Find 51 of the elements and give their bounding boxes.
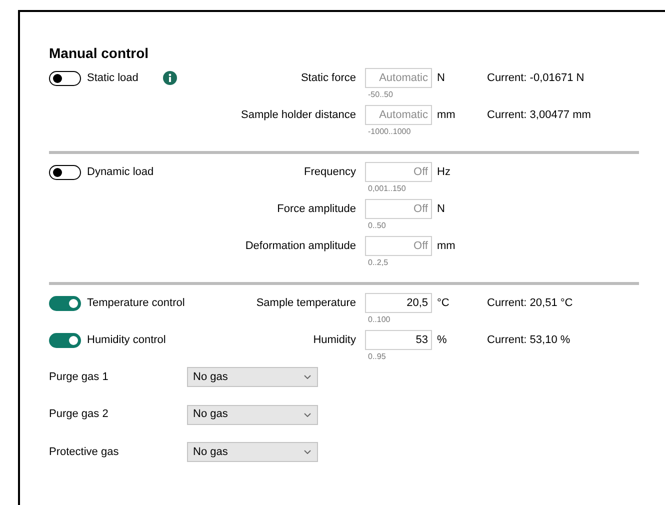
unit-label: mm bbox=[437, 238, 456, 254]
gas-dropdown[interactable]: No gas bbox=[187, 442, 318, 462]
toggle-switch[interactable] bbox=[49, 70, 81, 86]
input-field[interactable]: Off bbox=[365, 199, 432, 219]
field-label: Frequency bbox=[304, 164, 356, 180]
input-field[interactable]: 53 bbox=[365, 330, 432, 350]
toggle-label: Temperature control bbox=[87, 296, 185, 311]
input-field[interactable]: 20,5 bbox=[365, 293, 432, 313]
range-hint: 0..100 bbox=[368, 314, 392, 326]
field-label: Deformation amplitude bbox=[245, 238, 356, 254]
gas-label: Protective gas bbox=[49, 444, 119, 460]
field-label: Sample holder distance bbox=[241, 108, 356, 123]
input-field[interactable]: Off bbox=[365, 236, 432, 256]
gas-label: Purge gas 2 bbox=[49, 407, 108, 422]
range-hint: -50..50 bbox=[368, 89, 394, 101]
range-hint: 0..95 bbox=[368, 351, 387, 363]
toggle-label: Humidity control bbox=[87, 332, 166, 348]
field-label: Humidity bbox=[313, 332, 356, 348]
unit-label: Hz bbox=[437, 164, 450, 180]
current-reading: Current: 3,00477 mm bbox=[487, 108, 591, 123]
gas-label: Purge gas 1 bbox=[49, 370, 108, 385]
current-reading: Current: 53,10 % bbox=[487, 332, 570, 348]
unit-label: N bbox=[437, 202, 445, 217]
range-hint: 0..50 bbox=[368, 220, 387, 232]
input-field[interactable]: Automatic bbox=[365, 68, 432, 88]
toggle-switch[interactable] bbox=[49, 296, 81, 310]
input-field[interactable]: Automatic bbox=[365, 105, 432, 125]
range-hint: 0,001..150 bbox=[368, 183, 407, 195]
current-reading: Current: -0,01671 N bbox=[487, 70, 584, 86]
info-icon[interactable] bbox=[163, 71, 178, 85]
unit-label: % bbox=[437, 332, 447, 348]
chevron-down-icon bbox=[304, 375, 311, 379]
section-title: Manual control bbox=[49, 44, 150, 62]
field-label: Sample temperature bbox=[256, 296, 356, 311]
toggle-switch[interactable] bbox=[49, 164, 81, 180]
gas-dropdown[interactable]: No gas bbox=[187, 367, 318, 387]
unit-label: °C bbox=[437, 296, 450, 311]
field-label: Static force bbox=[300, 70, 356, 86]
range-hint: 0..2,5 bbox=[368, 257, 390, 269]
unit-label: mm bbox=[437, 108, 456, 123]
gas-dropdown[interactable]: No gas bbox=[187, 404, 318, 424]
chevron-down-icon bbox=[304, 450, 311, 454]
input-field[interactable]: Off bbox=[365, 162, 432, 182]
toggle-label: Static load bbox=[87, 70, 138, 86]
range-hint: -1000..1000 bbox=[368, 126, 412, 138]
field-label: Force amplitude bbox=[277, 202, 356, 217]
toggle-switch[interactable] bbox=[49, 332, 81, 348]
unit-label: N bbox=[437, 70, 445, 86]
chevron-down-icon bbox=[304, 412, 311, 416]
toggle-label: Dynamic load bbox=[87, 164, 154, 180]
current-reading: Current: 20,51 °C bbox=[487, 296, 573, 311]
